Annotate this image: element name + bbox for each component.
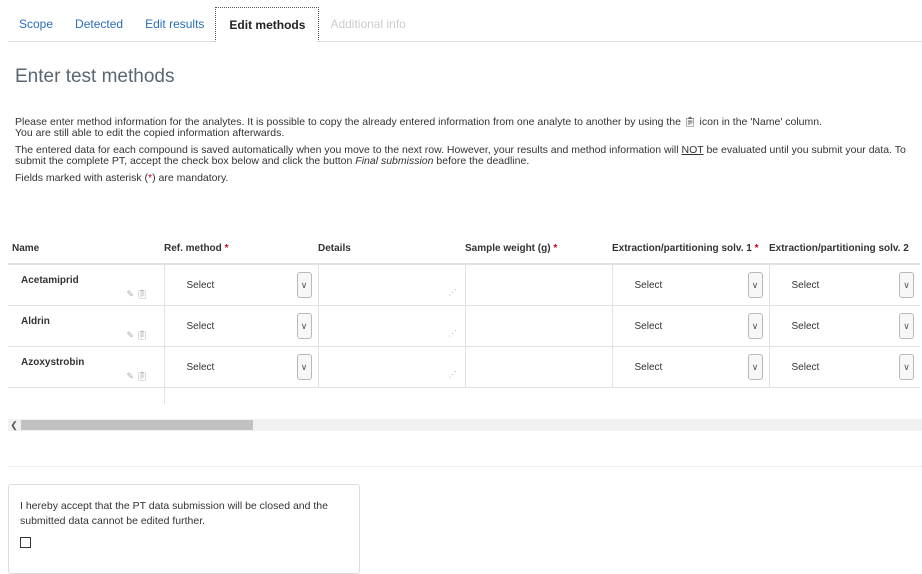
table-row: Aldrin ✎📋︎ Select ∨ ⋰ Select ∨ Select ∨	[8, 305, 921, 347]
sample-weight-input[interactable]	[466, 265, 612, 305]
analyte-name-cell: Aldrin ✎📋︎	[8, 305, 164, 347]
analyte-name: Acetamiprid	[21, 275, 79, 286]
resize-grip-icon[interactable]: ⋰	[449, 329, 457, 338]
solv1-select[interactable]: Select ∨	[613, 347, 769, 387]
accept-panel: I hereby accept that the PT data submiss…	[8, 484, 360, 574]
col-header-sample-weight: Sample weight (g) *	[465, 234, 612, 265]
copy-icon[interactable]: 📋︎	[136, 289, 149, 299]
methods-table: Name Ref. method * Details Sample weight…	[8, 234, 920, 404]
col-header-name: Name	[8, 234, 164, 265]
scroll-left-arrow-icon[interactable]: ❮	[8, 419, 20, 431]
solv2-select[interactable]: Select ∨	[770, 347, 921, 387]
pencil-icon[interactable]: ✎	[127, 330, 137, 340]
instructions-text: before the deadline.	[436, 155, 530, 167]
page-title: Enter test methods	[15, 66, 175, 87]
chevron-down-icon[interactable]: ∨	[747, 272, 763, 298]
col-header-solv2: Extraction/partitioning solv. 2	[769, 234, 920, 265]
final-submission-reference: Final submission	[355, 155, 434, 167]
chevron-down-icon[interactable]: ∨	[296, 272, 312, 298]
ref-method-select[interactable]: Select ∨	[165, 265, 318, 305]
chevron-down-icon[interactable]: ∨	[747, 354, 763, 380]
tab-bar: Scope Detected Edit results Edit methods…	[8, 7, 922, 42]
chevron-down-icon[interactable]: ∨	[296, 313, 312, 339]
required-mark: *	[553, 243, 558, 254]
not-emphasis: NOT	[681, 144, 704, 156]
solv2-select[interactable]: Select ∨	[770, 306, 921, 346]
instructions-paragraph-2: You are still able to edit the copied in…	[15, 127, 285, 139]
col-header-details: Details	[318, 234, 465, 265]
copy-icon[interactable]: 📋︎	[136, 371, 149, 381]
horizontal-scrollbar[interactable]: ❮	[8, 419, 922, 431]
mandatory-note: Fields marked with asterisk (*) are mand…	[15, 172, 229, 184]
details-textarea[interactable]: ⋰	[319, 265, 465, 305]
resize-grip-icon[interactable]: ⋰	[449, 288, 457, 297]
required-mark: *	[754, 243, 759, 254]
chevron-down-icon[interactable]: ∨	[899, 354, 914, 380]
required-mark: *	[224, 243, 229, 254]
sample-weight-input[interactable]	[466, 306, 612, 346]
analyte-name: Azoxystrobin	[21, 357, 85, 368]
instructions-paragraph-3: The entered data for each compound is sa…	[15, 145, 915, 167]
chevron-down-icon[interactable]: ∨	[296, 354, 312, 380]
accept-text: I hereby accept that the PT data submiss…	[20, 500, 328, 527]
details-textarea[interactable]: ⋰	[319, 347, 465, 387]
sample-weight-input[interactable]	[466, 347, 612, 387]
copy-icon[interactable]: 📋︎	[136, 330, 149, 340]
resize-grip-icon[interactable]: ⋰	[449, 370, 457, 379]
tab-detected[interactable]: Detected	[64, 7, 134, 41]
table-row: Azoxystrobin ✎📋︎ Select ∨ ⋰ Select ∨ Selec…	[8, 346, 921, 388]
analyte-name-cell: Acetamiprid ✎📋︎	[8, 264, 164, 306]
col-header-solv1: Extraction/partitioning solv. 1 *	[612, 234, 769, 265]
tab-additional-info: Additional info	[330, 17, 406, 31]
section-divider	[8, 466, 922, 467]
details-textarea[interactable]: ⋰	[319, 306, 465, 346]
tab-scope[interactable]: Scope	[8, 7, 64, 41]
analyte-name-cell: Azoxystrobin ✎📋︎	[8, 346, 164, 388]
chevron-down-icon[interactable]: ∨	[899, 313, 914, 339]
table-filler-row	[8, 387, 920, 404]
tab-edit-results[interactable]: Edit results	[134, 7, 215, 41]
instructions-text: icon in the 'Name' column.	[699, 116, 823, 128]
ref-method-select[interactable]: Select ∨	[165, 347, 318, 387]
pencil-icon[interactable]: ✎	[127, 371, 137, 381]
accept-checkbox[interactable]	[20, 537, 31, 548]
table-header-row: Name Ref. method * Details Sample weight…	[8, 234, 920, 265]
copy-icon: 📋︎	[683, 117, 697, 128]
pencil-icon[interactable]: ✎	[127, 289, 137, 299]
solv2-select[interactable]: Select ∨	[770, 265, 921, 305]
chevron-down-icon[interactable]: ∨	[747, 313, 763, 339]
tab-edit-methods[interactable]: Edit methods	[215, 7, 320, 42]
instructions: Please enter method information for the …	[15, 117, 915, 184]
table-row: Acetamiprid ✎📋︎ Select ∨ ⋰ Select ∨ Select…	[8, 264, 920, 306]
col-header-ref-method: Ref. method *	[164, 234, 318, 265]
chevron-down-icon[interactable]: ∨	[899, 272, 914, 298]
methods-table-container: Name Ref. method * Details Sample weight…	[8, 234, 922, 404]
ref-method-select[interactable]: Select ∨	[165, 306, 318, 346]
analyte-name: Aldrin	[21, 316, 50, 327]
solv1-select[interactable]: Select ∨	[613, 306, 769, 346]
scrollbar-thumb[interactable]	[21, 420, 253, 430]
solv1-select[interactable]: Select ∨	[613, 265, 769, 305]
